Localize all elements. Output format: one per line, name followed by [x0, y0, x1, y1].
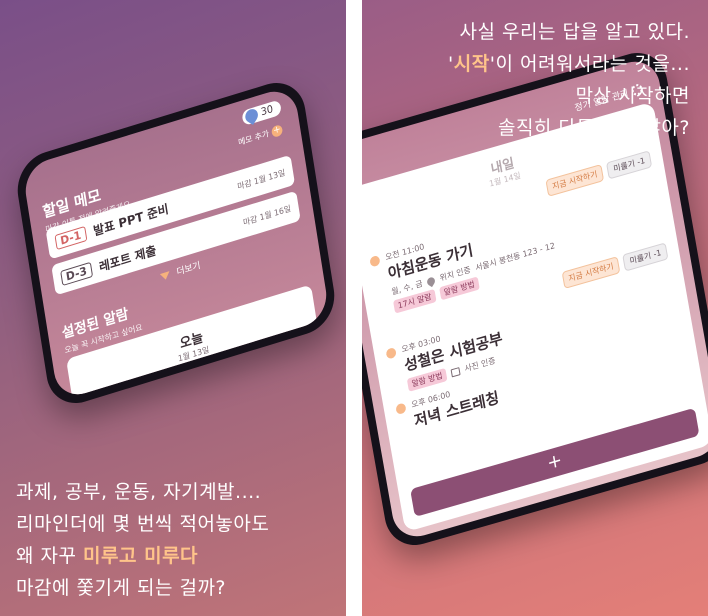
memo-due: 마감 1월 13일 [236, 167, 286, 192]
caption-text: 왜 자꾸 [16, 545, 84, 567]
dday-badge: D-3 [60, 261, 93, 286]
caption-line: 솔직히 다들 잘 하잖아? [497, 117, 690, 139]
panel-divider [346, 0, 362, 616]
right-caption: 사실 우리는 답을 알고 있다. '시작'이 어려워서라는 것을... 막상 시… [362, 16, 690, 144]
left-panel: 30 메모 추가 + 할일 메모 마감 이틀 전에 알려줄게요 D-1 발표 P… [0, 0, 346, 616]
dday-badge: D-1 [54, 225, 87, 250]
location-pin-icon [425, 275, 437, 287]
drop-counter: 30 [241, 99, 282, 127]
left-phone-mockup: 30 메모 추가 + 할일 메모 마감 이틀 전에 알려줄게요 D-1 발표 P… [12, 74, 340, 412]
caption-line: 왜 자꾸 미루고 미루다 [16, 540, 336, 572]
more-label: 더보기 [175, 260, 202, 279]
caption-line: 사실 우리는 답을 알고 있다. [459, 21, 690, 43]
caption-line: 리마인더에 몇 번씩 적어놓아도 [16, 513, 270, 535]
status-dot [385, 346, 397, 360]
caption-text: '이 어려워서라는 것을... [489, 53, 690, 75]
add-alarm-button[interactable]: + [410, 407, 700, 518]
status-dot [369, 254, 381, 268]
drop-count: 30 [260, 103, 274, 119]
snooze-button[interactable]: 미룰기 -1 [622, 242, 669, 272]
caption-line: 과제, 공부, 운동, 자기계발.... [16, 481, 262, 503]
memo-due: 마감 1월 16일 [242, 203, 292, 227]
alarm-list-card: 내일 1월 14일 지금 시작하기 미룰기 -1 오전 11:00 아침운동 가… [362, 101, 708, 533]
water-drop-icon [243, 106, 261, 125]
alarm-time: 오전 11:00 [98, 387, 139, 402]
caption-highlight: 미루고 미루다 [83, 545, 199, 567]
right-panel: 정기 알람 관리 내일 1월 14일 지금 시작하기 미룰기 -1 오전 11:… [362, 0, 708, 616]
caption-highlight: 시작 [453, 53, 490, 75]
memo-add-label: 메모 추가 [237, 129, 270, 148]
snooze-button[interactable]: 미룰기 -1 [606, 150, 653, 180]
left-caption: 과제, 공부, 운동, 자기계발.... 리마인더에 몇 번씩 적어놓아도 왜 … [16, 476, 336, 604]
status-dot [395, 401, 407, 415]
plus-icon: + [270, 123, 284, 139]
left-phone-screen: 30 메모 추가 + 할일 메모 마감 이틀 전에 알려줄게요 D-1 발표 P… [21, 84, 331, 402]
memo-add-button[interactable]: 메모 추가 + [237, 123, 284, 148]
triangle-down-icon [160, 271, 171, 282]
caption-line: 막상 시작하면 [575, 85, 690, 107]
photo-icon [450, 366, 461, 377]
drop-badge[interactable]: 30 [241, 99, 282, 127]
caption-line: '시작'이 어려워서라는 것을... [362, 48, 690, 80]
caption-line: 마감에 쫓기게 되는 걸까? [16, 577, 227, 599]
